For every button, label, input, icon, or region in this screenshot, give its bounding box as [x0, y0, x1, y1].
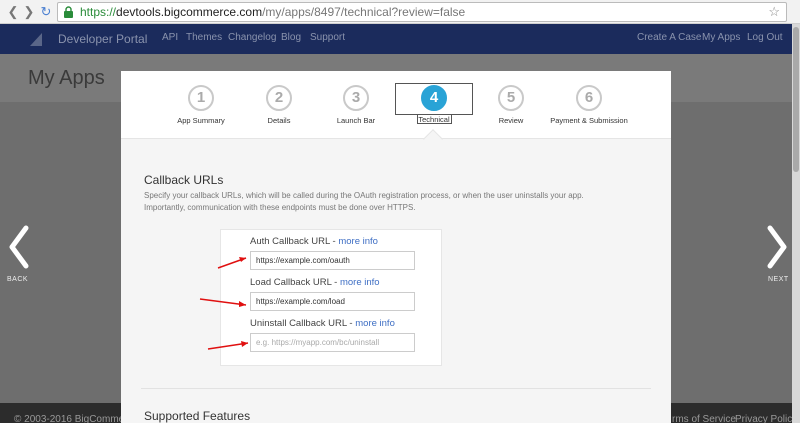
address-bar[interactable]: https://devtools.bigcommerce.com/my/apps…	[57, 2, 787, 22]
step-3-circle[interactable]: 3	[343, 85, 369, 111]
step-6-circle[interactable]: 6	[576, 85, 602, 111]
auth-callback-label-text: Auth Callback URL -	[250, 236, 339, 247]
reload-icon[interactable]: ↻	[37, 3, 55, 21]
app-wizard-modal: 1 App Summary 2 Details 3 Launch Bar 4 T…	[121, 71, 671, 423]
back-label[interactable]: BACK	[7, 276, 28, 283]
footer-copyright: © 2003-2016 BigCommerce	[14, 414, 139, 423]
bigcommerce-logo-icon	[30, 33, 42, 46]
supported-features-title: Supported Features	[144, 409, 251, 423]
footer-terms-link[interactable]: rms of Service	[672, 414, 736, 423]
bookmark-star-icon[interactable]: ☆	[768, 3, 780, 21]
nav-blog[interactable]: Blog	[281, 32, 301, 43]
load-callback-label: Load Callback URL - more info	[250, 277, 380, 288]
site-header: Developer Portal API Themes Changelog Bl…	[0, 24, 792, 54]
browser-toolbar: ❮ ❯ ↻ https://devtools.bigcommerce.com/m…	[0, 0, 800, 24]
load-callback-more-info-link[interactable]: more info	[340, 277, 380, 288]
page-title: My Apps	[28, 67, 105, 89]
scrollbar-thumb[interactable]	[793, 27, 799, 172]
footer-privacy-link[interactable]: Privacy Policy	[735, 414, 797, 423]
url-path: /my/apps/8497/technical?review=false	[262, 5, 466, 19]
nav-changelog[interactable]: Changelog	[228, 32, 276, 43]
callback-urls-title: Callback URLs	[144, 173, 224, 187]
nav-log-out[interactable]: Log Out	[747, 32, 783, 43]
wizard-steps: 1 App Summary 2 Details 3 Launch Bar 4 T…	[121, 71, 671, 139]
site-brand[interactable]: Developer Portal	[58, 32, 147, 46]
next-label[interactable]: NEXT	[768, 276, 789, 283]
technical-step-content: Callback URLs Specify your callback URLs…	[121, 139, 671, 423]
back-arrow-icon[interactable]	[4, 222, 36, 272]
nav-api[interactable]: API	[162, 32, 178, 43]
forward-icon[interactable]: ❯	[20, 3, 38, 21]
nav-themes[interactable]: Themes	[186, 32, 222, 43]
red-annotation-arrow-load	[199, 298, 247, 307]
section-divider	[141, 388, 651, 389]
callback-urls-description: Specify your callback URLs, which will b…	[144, 191, 584, 212]
url-host: devtools.bigcommerce.com	[116, 5, 263, 19]
auth-callback-more-info-link[interactable]: more info	[338, 236, 378, 247]
nav-support[interactable]: Support	[310, 32, 345, 43]
step-2-circle[interactable]: 2	[266, 85, 292, 111]
auth-callback-label: Auth Callback URL - more info	[250, 236, 378, 247]
load-callback-label-text: Load Callback URL -	[250, 277, 340, 288]
next-arrow-icon[interactable]	[760, 222, 792, 272]
step-1-circle[interactable]: 1	[188, 85, 214, 111]
url-scheme: https://	[80, 5, 117, 19]
nav-create-case[interactable]: Create A Case	[637, 32, 701, 43]
nav-my-apps[interactable]: My Apps	[702, 32, 740, 43]
uninstall-callback-more-info-link[interactable]: more info	[355, 318, 395, 329]
step-4-circle[interactable]: 4	[421, 85, 447, 111]
step-6-label[interactable]: Payment & Submission	[534, 116, 644, 125]
red-annotation-arrow-auth	[217, 257, 247, 269]
lock-icon	[64, 6, 73, 18]
uninstall-callback-url-input[interactable]: e.g. https://myapp.com/bc/uninstall	[250, 333, 415, 352]
auth-callback-url-input[interactable]: https://example.com/oauth	[250, 251, 415, 270]
red-annotation-arrow-uninstall	[207, 341, 249, 350]
load-callback-url-input[interactable]: https://example.com/load	[250, 292, 415, 311]
uninstall-callback-label-text: Uninstall Callback URL -	[250, 318, 356, 329]
step-5-circle[interactable]: 5	[498, 85, 524, 111]
uninstall-callback-label: Uninstall Callback URL - more info	[250, 318, 395, 329]
